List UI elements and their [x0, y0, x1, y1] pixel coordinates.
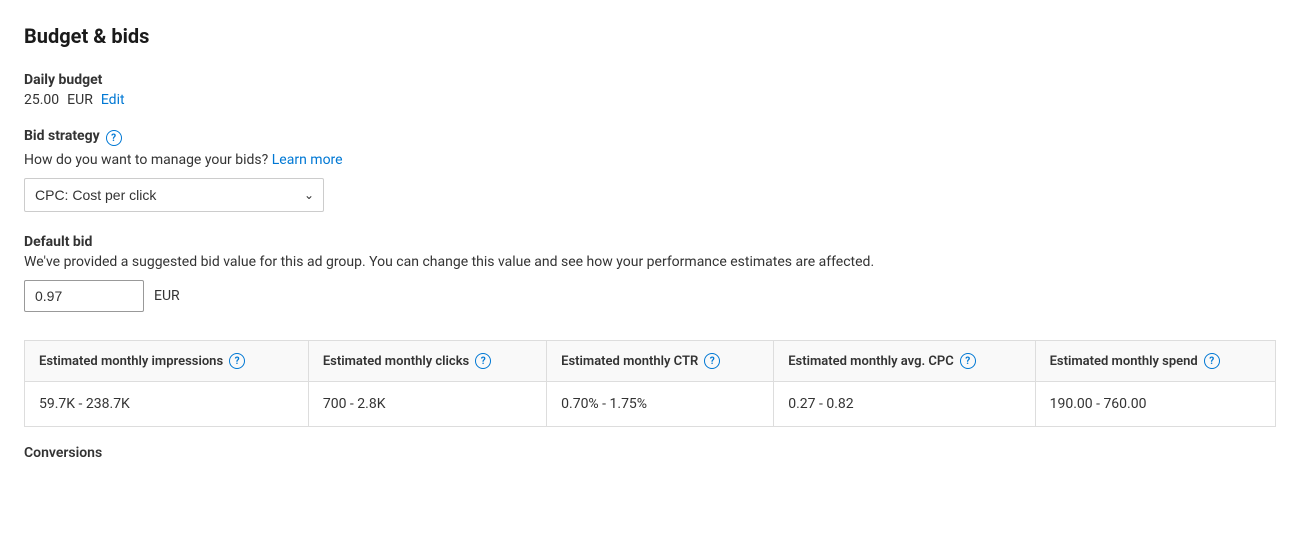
cell-clicks: 700 - 2.8K [308, 382, 546, 427]
bid-strategy-desc-text: How do you want to manage your bids? [24, 152, 268, 168]
impressions-help-icon[interactable]: ? [229, 353, 245, 369]
col-header-cpc: Estimated monthly avg. CPC ? [774, 341, 1035, 382]
cpc-help-icon[interactable]: ? [960, 353, 976, 369]
cell-spend: 190.00 - 760.00 [1035, 382, 1275, 427]
cell-cpc: 0.27 - 0.82 [774, 382, 1035, 427]
clicks-help-icon[interactable]: ? [475, 353, 491, 369]
bid-strategy-select[interactable]: CPC: Cost per clickCPM: Cost per thousan… [24, 178, 324, 212]
bid-strategy-label-row: Bid strategy ? [24, 128, 1276, 148]
daily-budget-section: Daily budget 25.00 EUR Edit [24, 72, 1276, 108]
cell-impressions: 59.7K - 238.7K [25, 382, 309, 427]
daily-budget-amount: 25.00 [24, 92, 59, 108]
learn-more-link[interactable]: Learn more [272, 152, 343, 168]
cell-ctr: 0.70% - 1.75% [547, 382, 774, 427]
table-row: 59.7K - 238.7K 700 - 2.8K 0.70% - 1.75% … [25, 382, 1276, 427]
estimates-table-header-row: Estimated monthly impressions ? Estimate… [25, 341, 1276, 382]
col-header-clicks: Estimated monthly clicks ? [308, 341, 546, 382]
bid-strategy-description: How do you want to manage your bids? Lea… [24, 152, 1276, 168]
default-bid-section: Default bid We've provided a suggested b… [24, 234, 1276, 312]
ctr-help-icon[interactable]: ? [704, 353, 720, 369]
default-bid-description: We've provided a suggested bid value for… [24, 254, 1276, 270]
bid-currency-label: EUR [154, 288, 180, 304]
daily-budget-currency: EUR [67, 92, 93, 108]
col-header-ctr: Estimated monthly CTR ? [547, 341, 774, 382]
edit-budget-link[interactable]: Edit [101, 92, 125, 108]
bid-input-row: EUR [24, 280, 1276, 312]
col-header-impressions: Estimated monthly impressions ? [25, 341, 309, 382]
bid-strategy-help-icon[interactable]: ? [106, 130, 122, 146]
daily-budget-label: Daily budget [24, 72, 1276, 88]
col-header-spend: Estimated monthly spend ? [1035, 341, 1275, 382]
daily-budget-row: 25.00 EUR Edit [24, 92, 1276, 108]
bid-strategy-label: Bid strategy [24, 128, 100, 144]
page-title: Budget & bids [24, 24, 1276, 48]
conversions-label: Conversions [24, 445, 1276, 461]
spend-help-icon[interactable]: ? [1204, 353, 1220, 369]
bid-strategy-section: Bid strategy ? How do you want to manage… [24, 128, 1276, 212]
default-bid-label: Default bid [24, 234, 1276, 250]
bid-strategy-select-wrapper: CPC: Cost per clickCPM: Cost per thousan… [24, 178, 324, 212]
default-bid-input[interactable] [24, 280, 144, 312]
estimates-table: Estimated monthly impressions ? Estimate… [24, 340, 1276, 427]
